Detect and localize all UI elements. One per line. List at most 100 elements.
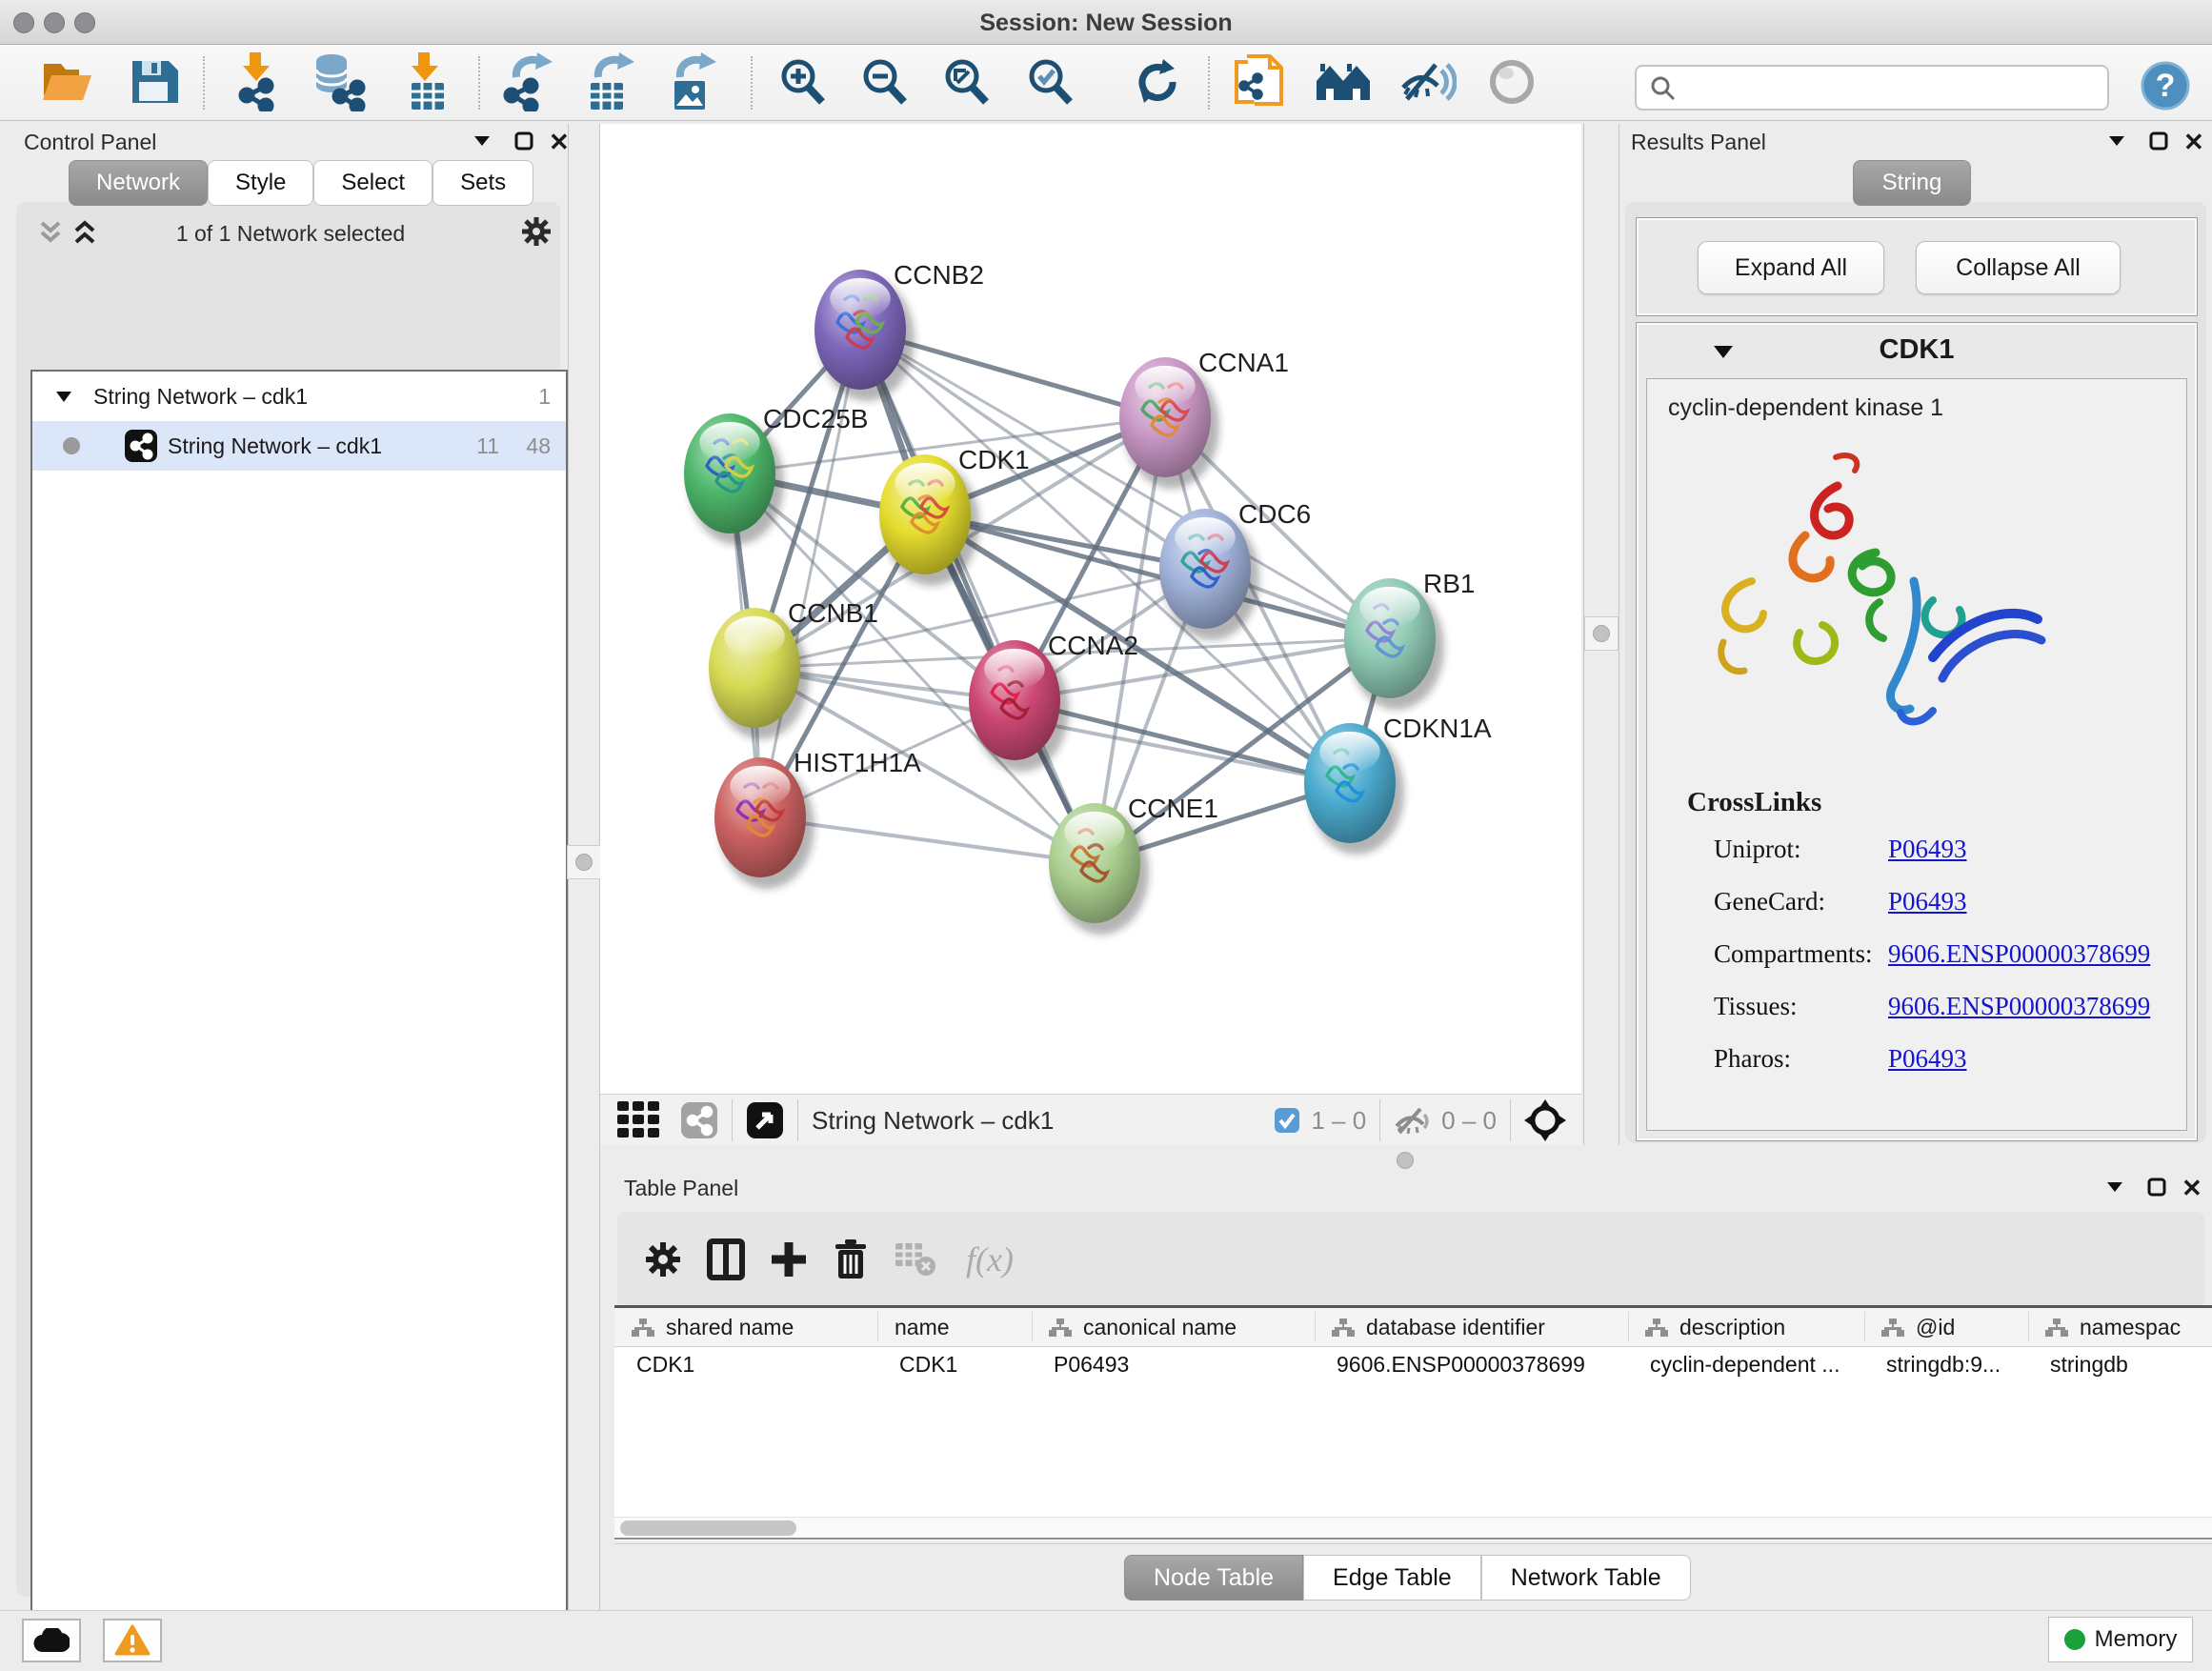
column-header-5[interactable]: description [1645, 1308, 1785, 1346]
export-network-icon[interactable] [497, 52, 556, 111]
right-splitter[interactable] [1583, 124, 1619, 1145]
grid-view-icon[interactable] [617, 1101, 661, 1139]
panel-menu-icon[interactable] [2107, 133, 2126, 149]
column-divider[interactable] [2028, 1312, 2029, 1342]
close-panel-icon[interactable]: ✕ [2182, 1174, 2202, 1203]
close-panel-icon[interactable]: ✕ [2183, 128, 2204, 157]
show-all-eye-icon[interactable] [1482, 52, 1541, 111]
network-node-RB1[interactable]: RB1 [1344, 569, 1475, 710]
tab-sets[interactable]: Sets [432, 160, 533, 206]
float-panel-icon[interactable] [514, 131, 533, 151]
table-cell[interactable]: stringdb [2050, 1352, 2128, 1378]
column-header-3[interactable]: canonical name [1049, 1308, 1237, 1346]
network-row-selected[interactable]: String Network – cdk1 11 48 [32, 421, 566, 471]
open-file-icon[interactable] [38, 52, 97, 111]
collapse-all-networks-icon[interactable] [36, 219, 65, 246]
table-cell[interactable]: cyclin-dependent ... [1650, 1352, 1840, 1378]
import-database-icon[interactable] [309, 52, 368, 111]
crosslink-value-link[interactable]: 9606.ENSP00000378699 [1888, 992, 2150, 1021]
float-panel-icon[interactable] [2147, 1178, 2166, 1197]
panel-menu-icon[interactable] [473, 133, 492, 149]
hidden-eye-icon[interactable] [1394, 1105, 1432, 1136]
tab-network[interactable]: Network [69, 160, 208, 206]
column-header-1[interactable]: shared name [632, 1308, 794, 1346]
tab-style[interactable]: Style [208, 160, 313, 206]
string-network-badge-icon[interactable] [680, 1101, 718, 1139]
column-header-4[interactable]: database identifier [1332, 1308, 1545, 1346]
network-node-CCNB1[interactable]: CCNB1 [709, 598, 878, 739]
show-columns-icon[interactable] [707, 1238, 745, 1280]
network-node-CCNB2[interactable]: CCNB2 [814, 260, 984, 401]
collection-expand-icon[interactable] [55, 390, 72, 403]
home-icon[interactable] [1315, 52, 1374, 111]
expand-all-button[interactable]: Expand All [1698, 241, 1884, 294]
horizontal-splitter-handle[interactable] [1397, 1152, 1414, 1169]
column-header-2[interactable]: name [895, 1308, 950, 1346]
delete-table-icon[interactable] [894, 1241, 937, 1278]
crosslink-value-link[interactable]: P06493 [1888, 835, 1967, 864]
import-table-icon[interactable] [394, 52, 453, 111]
right-splitter-handle[interactable] [1584, 616, 1619, 651]
horizontal-splitter[interactable] [600, 1145, 2212, 1174]
network-edge-CCNB2-HIST1H1A[interactable] [760, 330, 860, 817]
column-divider[interactable] [1864, 1312, 1865, 1342]
network-canvas[interactable]: CCNB2CCNA1CDC25BCDK1CDC6RB1CCNB1CCNA2CDK… [600, 124, 1581, 1094]
table-cell[interactable]: CDK1 [636, 1352, 694, 1378]
search-input[interactable] [1677, 74, 2081, 101]
refresh-icon[interactable] [1128, 52, 1187, 111]
zoom-fit-icon[interactable] [937, 52, 996, 111]
table-cell[interactable]: 9606.ENSP00000378699 [1337, 1352, 1585, 1378]
save-session-icon[interactable] [124, 52, 183, 111]
tab-network-table[interactable]: Network Table [1481, 1555, 1691, 1601]
delete-column-icon[interactable] [833, 1238, 869, 1280]
left-splitter[interactable] [568, 124, 600, 1610]
network-edge-CDK1-RB1[interactable] [925, 514, 1390, 638]
table-cell[interactable]: CDK1 [899, 1352, 957, 1378]
crosslink-value-link[interactable]: 9606.ENSP00000378699 [1888, 939, 2150, 969]
function-builder-icon[interactable]: f(x) [966, 1239, 1014, 1279]
close-panel-icon[interactable]: ✕ [549, 128, 570, 157]
network-node-HIST1H1A[interactable]: HIST1H1A [714, 748, 921, 889]
crosslink-value-link[interactable]: P06493 [1888, 1044, 1967, 1074]
expand-all-networks-icon[interactable] [70, 219, 99, 246]
network-options-gear-icon[interactable] [520, 215, 553, 248]
copy-network-document-icon[interactable] [1231, 52, 1290, 111]
column-header-7[interactable]: namespac [2045, 1308, 2181, 1346]
float-panel-icon[interactable] [2149, 131, 2168, 151]
selected-checkbox-icon[interactable] [1275, 1108, 1299, 1133]
cloud-button[interactable] [22, 1619, 81, 1662]
column-divider[interactable] [877, 1312, 878, 1342]
network-node-CDKN1A[interactable]: CDKN1A [1304, 714, 1492, 855]
tab-node-table[interactable]: Node Table [1124, 1555, 1303, 1601]
help-icon[interactable]: ? [2141, 61, 2190, 111]
export-image-icon[interactable] [661, 52, 720, 111]
column-divider[interactable] [1628, 1312, 1629, 1342]
tab-string[interactable]: String [1853, 160, 1971, 206]
collapse-all-button[interactable]: Collapse All [1916, 241, 2121, 294]
panel-menu-icon[interactable] [2105, 1179, 2124, 1195]
column-divider[interactable] [1032, 1312, 1033, 1342]
hide-selected-eye-icon[interactable] [1398, 52, 1458, 111]
zoom-out-icon[interactable] [855, 52, 915, 111]
zoom-selected-icon[interactable] [1021, 52, 1080, 111]
search-box[interactable] [1635, 65, 2109, 111]
import-network-icon[interactable] [227, 52, 286, 111]
zoom-in-icon[interactable] [774, 52, 833, 111]
tab-edge-table[interactable]: Edge Table [1303, 1555, 1481, 1601]
table-hscrollbar-thumb[interactable] [620, 1520, 796, 1536]
left-splitter-handle[interactable] [567, 845, 601, 879]
node-table[interactable]: shared name name canonical name database id… [614, 1305, 2212, 1540]
warning-button[interactable] [103, 1619, 162, 1662]
table-cell[interactable]: stringdb:9... [1886, 1352, 2001, 1378]
tab-select[interactable]: Select [313, 160, 432, 206]
table-gear-icon[interactable] [644, 1240, 682, 1278]
memory-button[interactable]: Memory [2048, 1617, 2193, 1662]
network-node-CDC6[interactable]: CDC6 [1159, 499, 1311, 640]
table-hscrollbar[interactable] [614, 1517, 2212, 1539]
column-divider[interactable] [1315, 1312, 1316, 1342]
network-node-CCNA1[interactable]: CCNA1 [1119, 348, 1289, 489]
birdseye-view-icon[interactable] [746, 1101, 784, 1139]
network-collection-row[interactable]: String Network – cdk1 1 [32, 372, 566, 421]
export-table-icon[interactable] [579, 52, 638, 111]
crosslink-value-link[interactable]: P06493 [1888, 887, 1967, 916]
